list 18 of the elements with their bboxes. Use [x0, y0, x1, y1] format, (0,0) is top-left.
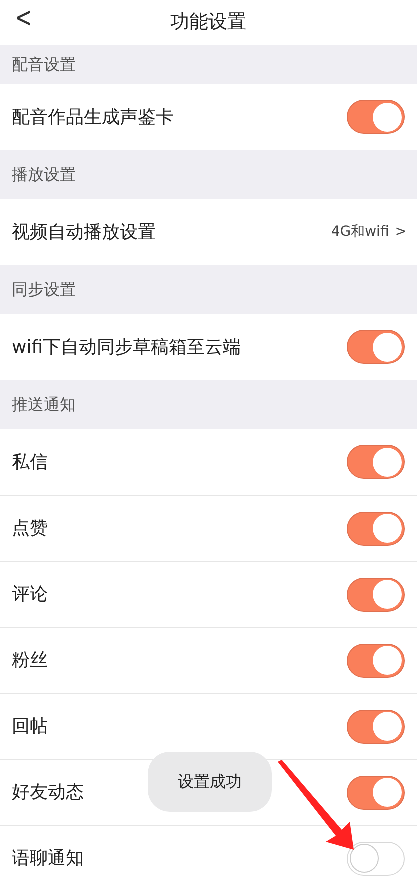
section-header: 配音设置 [12, 54, 76, 76]
toast: 设置成功 [148, 752, 272, 812]
page-title: 功能设置 [170, 10, 246, 36]
chevron-icon: > [395, 222, 407, 242]
setting-label: 配音作品生成声鉴卡 [12, 106, 174, 130]
setting-label: 语聊通知 [12, 847, 84, 871]
section-header: 播放设置 [12, 164, 76, 186]
setting-label: 评论 [12, 583, 48, 607]
section-header: 同步设置 [12, 278, 76, 300]
setting-label: 粉丝 [12, 649, 48, 673]
setting-label: 点赞 [12, 517, 48, 541]
section-header: 推送通知 [12, 394, 76, 416]
setting-label: 视频自动播放设置 [12, 220, 156, 244]
setting-value: 4G和wifi [331, 222, 390, 242]
setting-label: 私信 [12, 450, 48, 474]
setting-label: 回帖 [12, 715, 48, 739]
setting-label: wifi下自动同步草稿箱至云端 [12, 336, 242, 360]
setting-label: 好友动态 [12, 781, 84, 805]
